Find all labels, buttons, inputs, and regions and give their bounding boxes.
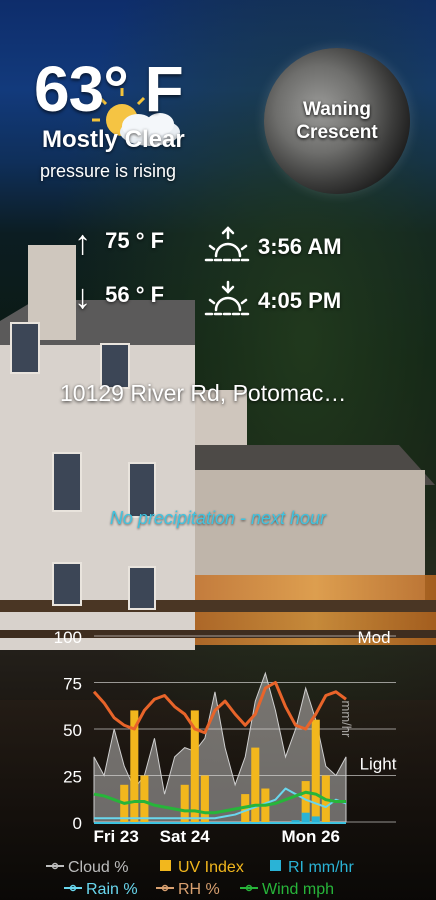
- uv-bar: [200, 775, 209, 822]
- axis-label-mm-hr: mm/hr: [339, 701, 354, 739]
- scenery-window: [128, 566, 156, 610]
- uv-bar: [140, 775, 149, 822]
- moon-phase-line1: Waning: [303, 99, 371, 120]
- legend-label: RI mm/hr: [288, 859, 354, 876]
- legend-label: RH %: [178, 881, 220, 898]
- current-condition: Mostly Clear: [42, 126, 185, 153]
- sunset-time: 4:05 PM: [258, 288, 342, 313]
- y-tick-label: 100: [54, 628, 82, 647]
- uv-bar: [251, 747, 260, 822]
- down-arrow-icon: ↓: [74, 278, 91, 316]
- high-temperature: 75 ° F: [105, 228, 165, 253]
- moon-phase-label: Waning Crescent: [264, 98, 410, 144]
- legend-label: Rain %: [86, 881, 138, 898]
- moon-phase-line2: Crescent: [296, 122, 378, 143]
- scenery-window: [52, 452, 82, 512]
- low-temp-row: ↓ 56 ° F: [74, 278, 164, 317]
- y-tick-label: 50: [63, 721, 82, 740]
- legend-swatch: [160, 860, 171, 871]
- precipitation-nowcast: No precipitation - next hour: [109, 508, 327, 528]
- scenery-window: [10, 322, 40, 374]
- rain-intensity-bar: [291, 820, 300, 822]
- legend-label: UV Index: [178, 859, 244, 876]
- y-tick-label: 75: [63, 675, 82, 694]
- high-temp-row: ↑ 75 ° F: [74, 224, 164, 263]
- uv-bar: [311, 719, 320, 822]
- up-arrow-icon: ↑: [74, 224, 91, 262]
- low-temperature: 56 ° F: [105, 282, 165, 307]
- intensity-label-mod: Mod: [357, 628, 390, 647]
- sunset-icon: [204, 280, 252, 316]
- intensity-label-light: Light: [360, 755, 397, 774]
- current-temperature: 63° F: [34, 53, 184, 125]
- uv-bar: [180, 784, 189, 822]
- pressure-trend: pressure is rising: [40, 161, 177, 181]
- y-tick-label: 0: [73, 814, 82, 833]
- sunrise-icon: [204, 226, 252, 262]
- x-tick-label: Sat 24: [160, 827, 211, 846]
- legend-label: Cloud %: [68, 859, 128, 876]
- rain-intensity-bar: [311, 816, 320, 822]
- legend-label: Wind mph: [262, 881, 334, 898]
- rain-intensity-bar: [301, 812, 310, 822]
- location-address[interactable]: 10129 River Rd, Potomac…: [60, 380, 346, 407]
- y-tick-label: 25: [63, 768, 82, 787]
- legend-swatch: [270, 860, 281, 871]
- sunrise-time: 3:56 AM: [258, 234, 342, 259]
- x-tick-label: Mon 26: [281, 827, 340, 846]
- x-tick-label: Fri 23: [93, 827, 138, 846]
- scenery-window: [52, 562, 82, 606]
- forecast-chart[interactable]: 100 75 50 25 0 Mod Light mm/hr Fri 23 Sat 24 Mon 2…: [0, 620, 436, 900]
